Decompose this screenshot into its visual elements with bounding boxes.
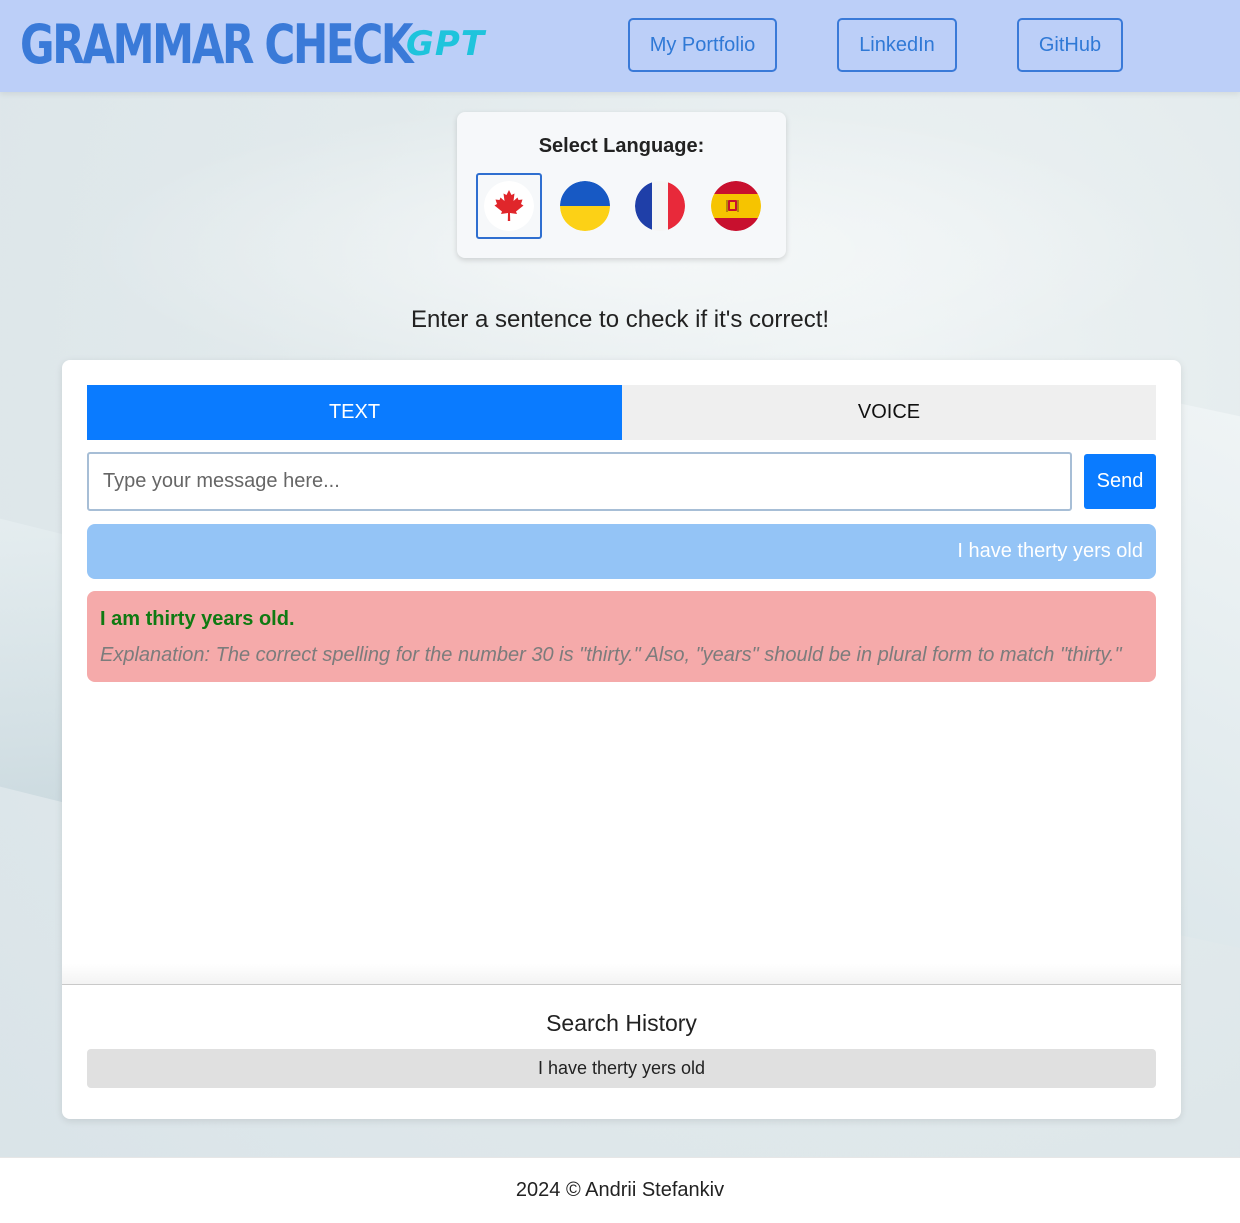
logo-title: GRAMMAR CHECK — [20, 13, 414, 76]
portfolio-button[interactable]: My Portfolio — [628, 18, 777, 72]
user-message-bubble: I have therty yers old — [87, 524, 1156, 579]
corrected-sentence: I am thirty years old. — [100, 608, 295, 630]
send-button[interactable]: Send — [1084, 454, 1156, 509]
top-header: GRAMMAR CHECK GPT My Portfolio LinkedIn … — [0, 0, 1240, 92]
france-flag-icon — [635, 181, 685, 231]
correction-explanation: Explanation: The correct spelling for th… — [100, 644, 1122, 666]
user-message-text: I have therty yers old — [957, 540, 1143, 562]
instruction-text: Enter a sentence to check if it's correc… — [410, 306, 830, 333]
app-logo[interactable]: GRAMMAR CHECK GPT — [20, 14, 522, 76]
copyright-text: 2024 © Andrii Stefankiv — [515, 1179, 725, 1201]
language-option-france[interactable] — [627, 173, 693, 239]
section-shadow — [62, 964, 1181, 984]
linkedin-button[interactable]: LinkedIn — [837, 18, 957, 72]
checker-card: TEXT VOICE Send I have therty yers old I… — [62, 360, 1181, 1119]
language-option-spain[interactable] — [703, 173, 769, 239]
tab-text[interactable]: TEXT — [87, 385, 622, 440]
language-option-canada[interactable] — [476, 173, 542, 239]
search-history-title: Search History — [546, 1010, 697, 1036]
section-divider — [62, 984, 1181, 985]
language-selector: Select Language: — [457, 112, 786, 258]
ukraine-flag-icon — [560, 181, 610, 231]
correction-bubble: I am thirty years old. Explanation: The … — [87, 591, 1156, 682]
language-option-ukraine[interactable] — [552, 173, 618, 239]
logo-suffix: GPT — [406, 24, 486, 64]
language-title: Select Language: — [538, 135, 705, 157]
message-input[interactable] — [87, 452, 1072, 511]
footer: 2024 © Andrii Stefankiv — [0, 1157, 1240, 1223]
history-item[interactable]: I have therty yers old — [87, 1049, 1156, 1088]
spain-flag-icon — [711, 181, 761, 231]
tab-voice[interactable]: VOICE — [622, 385, 1156, 440]
canada-flag-icon — [484, 181, 534, 231]
github-button[interactable]: GitHub — [1017, 18, 1123, 72]
